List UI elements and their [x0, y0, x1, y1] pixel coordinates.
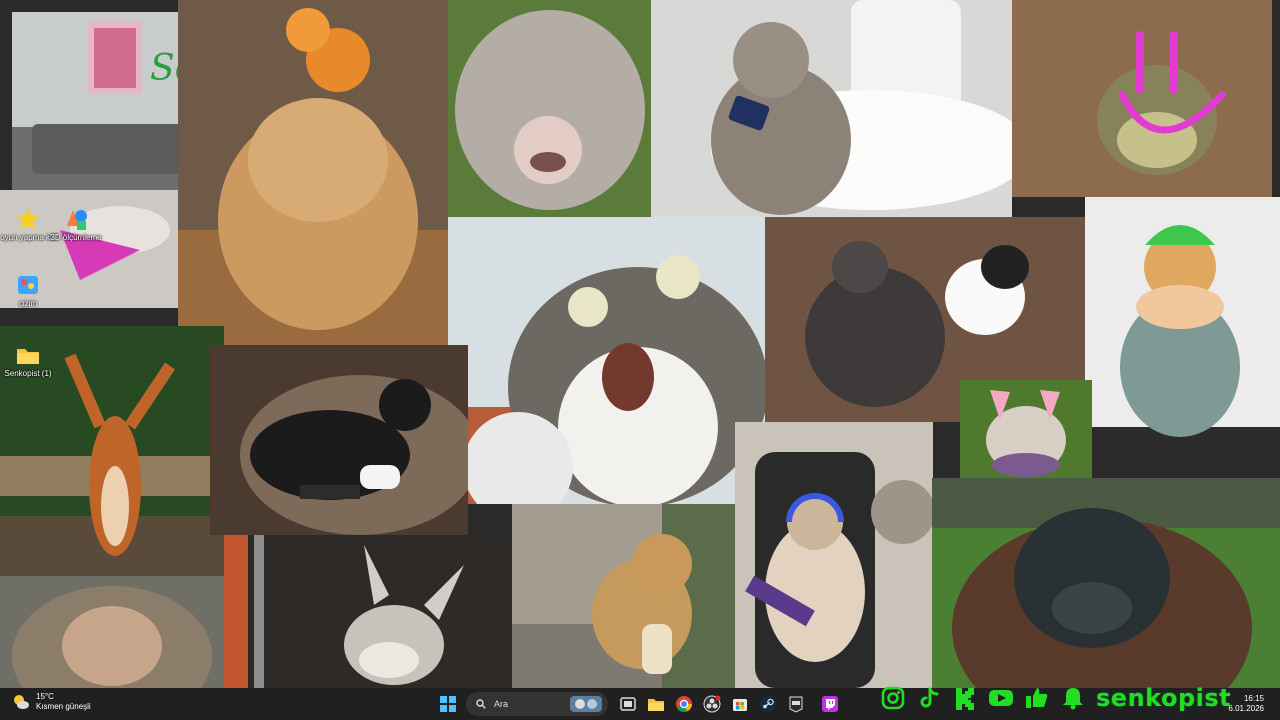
brand-name: senkopist [1096, 684, 1232, 712]
youtube-icon [989, 690, 1013, 706]
weather-widget[interactable]: 15°C Kısmen güneşli [12, 692, 91, 712]
partly-sunny-icon [14, 695, 29, 709]
epic-games-icon[interactable] [786, 694, 806, 714]
instagram-icon [881, 686, 905, 710]
paint-icon [18, 276, 38, 294]
photo-shocked-cat [448, 217, 765, 504]
search-highlight-icon [570, 696, 602, 712]
chrome-icon[interactable] [674, 694, 694, 714]
photo-gamer-cat-headset [735, 422, 933, 688]
photo-dog-with-controller [210, 345, 468, 535]
tiktok-icon [920, 687, 939, 708]
photo-fluffy-alpaca [448, 0, 651, 217]
microsoft-store-icon[interactable] [730, 694, 750, 714]
photo-dog-with-bread [512, 504, 735, 688]
system-clock[interactable]: 16:15 6.01.2026 [1228, 694, 1264, 715]
photo-dog-with-orange [178, 0, 448, 345]
desktop-icon-label: 3D ölçümleme [50, 233, 102, 242]
desktop-icon-label: çizim [18, 299, 38, 308]
desktop-icon-3d[interactable]: 3D ölçümleme [48, 206, 104, 243]
search-icon [476, 699, 486, 709]
taskbar-search[interactable]: Ara [466, 692, 608, 716]
like-icon [1026, 688, 1048, 708]
social-media-overlay: senkopist [880, 684, 1231, 712]
task-view-icon[interactable] [618, 694, 638, 714]
photo-bulldog-bunny-ears [960, 380, 1092, 478]
twitch-icon[interactable] [820, 694, 840, 714]
notification-bell-icon [1063, 688, 1083, 710]
clock-date: 6.01.2026 [1228, 704, 1264, 714]
clock-time: 16:15 [1243, 694, 1264, 703]
photo-sleepy-monkey [0, 576, 224, 688]
3d-shapes-icon [67, 210, 87, 230]
star-icon [17, 208, 39, 230]
weather-temp: 15°C [36, 692, 54, 701]
photo-cat-green-hat [1085, 197, 1280, 477]
search-placeholder: Ara [494, 699, 509, 709]
kick-icon [956, 688, 974, 710]
steam-icon[interactable] [758, 694, 778, 714]
photo-donkey-smile [224, 535, 514, 688]
folder-icon [17, 349, 39, 364]
desktop-icon-folder-senkopist[interactable]: Senkopist (1) [0, 342, 56, 379]
desktop-icon-label: Senkopist (1) [4, 369, 52, 378]
desktop-icon-paint[interactable]: çizim [0, 272, 56, 309]
photo-orangutan-thumbs [932, 478, 1280, 688]
file-explorer-icon[interactable] [646, 694, 666, 714]
photo-frog-smiley [1012, 0, 1272, 197]
photo-cat-on-toilet-phone [651, 0, 1012, 217]
windows-start-icon[interactable] [440, 696, 456, 712]
desktop-wallpaper-collage: Senko [0, 0, 1280, 688]
obs-icon[interactable] [702, 694, 722, 714]
weather-desc: Kısmen güneşli [36, 702, 91, 711]
